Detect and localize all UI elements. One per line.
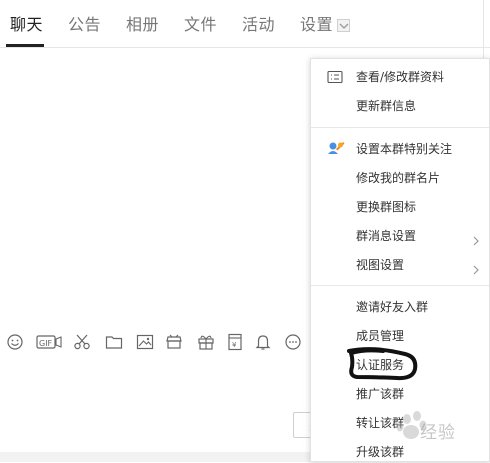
chevron-right-icon (473, 260, 479, 279)
red-packet-icon[interactable]: ¥ (226, 333, 244, 351)
tab-announcement[interactable]: 公告 (68, 14, 101, 36)
active-tab-indicator (6, 44, 44, 47)
svg-text:GIF: GIF (39, 339, 53, 348)
tab-activity[interactable]: 活动 (242, 14, 275, 36)
tab-settings[interactable]: 设置 (300, 14, 333, 36)
menu-separator (311, 127, 489, 128)
menu-item-label: 更换群图标 (356, 200, 417, 214)
tab-chat[interactable]: 聊天 (10, 14, 43, 36)
tab-files[interactable]: 文件 (184, 14, 217, 36)
shop-icon[interactable] (165, 333, 183, 351)
menu-item-invite-friends[interactable]: 邀请好友入群 (311, 293, 489, 322)
annotation-scribble (347, 347, 418, 381)
menu-item-label: 升级该群 (356, 445, 405, 459)
menu-item-label: 设置本群特别关注 (356, 142, 453, 156)
tab-album[interactable]: 相册 (126, 14, 159, 36)
menu-item-label: 邀请好友入群 (356, 300, 429, 314)
menu-separator (311, 285, 489, 286)
watermark-text: 经验 (420, 423, 456, 443)
menu-item-view-edit-group-info[interactable]: 查看/修改群资料 (311, 63, 489, 92)
scissors-icon[interactable] (73, 333, 91, 351)
special-follow-icon (327, 140, 345, 160)
menu-item-label: 查看/修改群资料 (356, 70, 445, 84)
more-icon[interactable] (284, 333, 302, 351)
folder-icon[interactable] (105, 333, 123, 351)
bell-icon[interactable] (254, 333, 272, 351)
menu-item-message-settings[interactable]: 群消息设置 (311, 222, 489, 251)
emoji-icon[interactable] (6, 333, 24, 351)
gif-icon[interactable]: GIF (36, 333, 62, 351)
menu-item-label: 成员管理 (356, 329, 405, 343)
menu-item-label: 推广该群 (356, 387, 405, 401)
image-icon[interactable] (136, 333, 154, 351)
menu-item-label: 修改我的群名片 (356, 171, 441, 185)
gift-icon[interactable] (197, 333, 215, 351)
menu-item-label: 更新群信息 (356, 99, 417, 113)
menu-item-edit-my-card[interactable]: 修改我的群名片 (311, 164, 489, 193)
menu-item-view-settings[interactable]: 视图设置 (311, 251, 489, 280)
svg-text:¥: ¥ (232, 341, 237, 349)
tab-bar: 聊天 公告 相册 文件 活动 设置 (0, 0, 490, 48)
chevron-down-icon[interactable] (337, 19, 350, 32)
menu-item-label: 群消息设置 (356, 229, 417, 243)
menu-item-change-group-icon[interactable]: 更换群图标 (311, 193, 489, 222)
menu-item-label: 视图设置 (356, 258, 405, 272)
group-card-icon (327, 69, 343, 88)
chevron-right-icon (473, 231, 479, 250)
menu-item-refresh-group-info[interactable]: 更新群信息 (311, 92, 489, 121)
menu-item-special-follow[interactable]: 设置本群特别关注 (311, 135, 489, 164)
settings-dropdown-menu: 查看/修改群资料 更新群信息 设置本群特别关注 修改我的群名片 更换群图标 群消… (310, 58, 490, 462)
